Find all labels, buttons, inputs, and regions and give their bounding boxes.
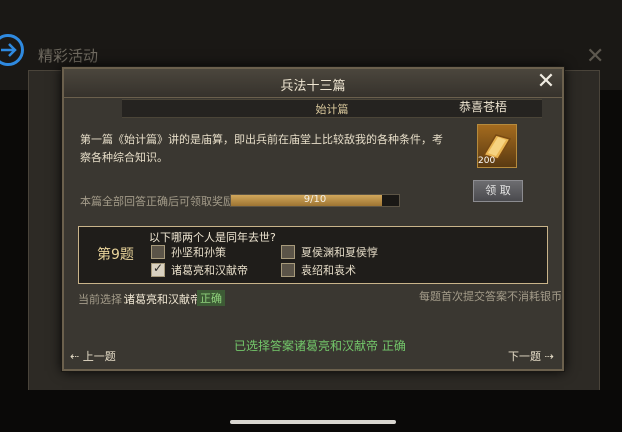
option-label: 诸葛亮和汉献帝: [171, 264, 248, 277]
progress-bar: 9/10: [230, 194, 400, 207]
claim-button[interactable]: 领 取: [473, 180, 523, 202]
background-footer: [0, 390, 622, 432]
dialog-title: 兵法十三篇: [280, 79, 346, 94]
home-indicator[interactable]: [230, 420, 396, 424]
question-panel: 第9题 以下哪两个人是同年去世? 孙坚和孙策 夏侯渊和夏侯惇 ✓ 诸葛亮和汉献帝 …: [78, 226, 548, 284]
checkbox[interactable]: ✓: [151, 261, 165, 277]
answer-option[interactable]: 孙坚和孙策: [151, 245, 226, 261]
checkbox[interactable]: [151, 245, 165, 259]
quiz-dialog: 兵法十三篇 ✕ 始计篇 恭喜苍梧 第一篇《始计篇》讲的是庙算，即出兵前在庙堂上比…: [62, 67, 564, 371]
option-label: 袁绍和袁术: [301, 264, 356, 277]
option-label: 夏侯渊和夏侯惇: [301, 246, 378, 259]
background-title: 精彩活动: [38, 47, 99, 65]
answer-option[interactable]: ✓ 诸葛亮和汉献帝: [151, 261, 248, 279]
previous-question-button[interactable]: ⇠ 上一题: [70, 348, 116, 364]
next-question-button[interactable]: 下一题 ⇢: [508, 348, 554, 364]
question-text: 以下哪两个人是同年去世?: [149, 231, 276, 244]
background-close-button[interactable]: ✕: [586, 44, 604, 69]
dialog-header: 兵法十三篇 ✕: [64, 69, 562, 98]
question-number: 第9题: [97, 247, 134, 263]
current-selection-value: 诸葛亮和汉献帝: [124, 293, 201, 306]
option-label: 孙坚和孙策: [171, 246, 226, 259]
congrats-label: 恭喜苍梧: [459, 100, 508, 114]
reward-count: 200: [478, 156, 496, 166]
previous-label: 上一题: [82, 350, 116, 363]
progress-text: 9/10: [303, 194, 327, 205]
next-label: 下一题: [508, 350, 541, 363]
result-message: 已选择答案诸葛亮和汉献帝 正确: [234, 339, 406, 353]
checkbox[interactable]: [281, 263, 295, 277]
back-arrow-icon: [1, 43, 17, 57]
answer-option[interactable]: 夏侯渊和夏侯惇: [281, 245, 378, 261]
close-button[interactable]: ✕: [534, 71, 558, 95]
checkmark-icon: ✓: [153, 261, 164, 275]
chapter-description: 第一篇《始计篇》讲的是庙算，即出兵前在庙堂上比较敌我的各种条件，考察各种综合知识…: [80, 133, 443, 164]
status-badge: 正确: [197, 290, 225, 306]
arrow-left-icon: ⇠: [70, 350, 80, 363]
answer-option[interactable]: 袁绍和袁术: [281, 263, 356, 279]
submission-note: 每题首次提交答案不消耗银币: [419, 290, 562, 303]
checkbox[interactable]: [281, 245, 295, 259]
progress-label: 本篇全部回答正确后可领取奖励：: [80, 195, 245, 208]
arrow-right-icon: ⇢: [544, 350, 554, 363]
